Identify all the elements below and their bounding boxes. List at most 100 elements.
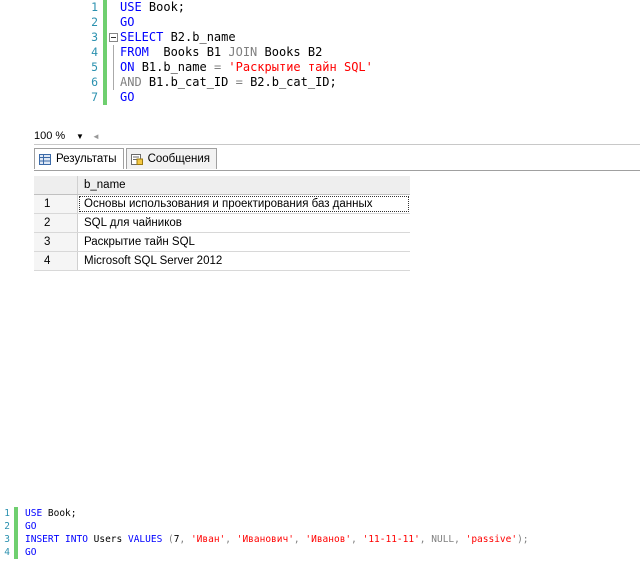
code-token: , — [419, 534, 432, 545]
code-text: GO — [25, 520, 36, 533]
line-number: 2 — [91, 15, 98, 29]
code-text: GO — [120, 15, 134, 30]
code-text: GO — [120, 90, 134, 105]
code-token: Users — [93, 534, 128, 545]
line-number: 5 — [91, 60, 98, 74]
row-header-corner[interactable] — [34, 176, 78, 194]
table-row[interactable]: 4 Microsoft SQL Server 2012 — [34, 252, 410, 271]
change-marker — [14, 520, 18, 533]
change-marker — [14, 507, 18, 520]
line-number: 7 — [91, 90, 98, 104]
code-text: INSERT INTO Users VALUES (7, 'Иван', 'Ив… — [25, 533, 529, 546]
row-number[interactable]: 1 — [34, 195, 78, 213]
code-text: USE Book; — [25, 507, 77, 520]
code-line[interactable]: 3 SELECT B2.b_name — [80, 30, 500, 45]
code-token: Books B2 — [264, 45, 323, 59]
code-token: , — [225, 534, 237, 545]
change-marker — [14, 546, 18, 559]
code-token: INSERT INTO — [25, 534, 94, 545]
code-line[interactable]: 3 INSERT INTO Users VALUES (7, 'Иван', 'И… — [0, 533, 640, 546]
code-line[interactable]: 2 GO — [80, 15, 500, 30]
query-editor-snippet[interactable]: 1 USE Book; 2 GO 3 INSERT INTO Users VALUES (… — [0, 507, 640, 559]
divider — [34, 144, 640, 145]
code-token: Books B1 — [156, 45, 229, 59]
code-token: = — [213, 60, 229, 74]
code-token: , — [179, 534, 191, 545]
table-cell[interactable]: Раскрытие тайн SQL — [78, 233, 410, 251]
code-line[interactable]: 2 GO — [0, 520, 640, 533]
code-token: 'passive' — [465, 534, 518, 545]
line-number: 3 — [4, 534, 10, 545]
outline-guide — [113, 45, 114, 60]
code-token: GO — [25, 547, 37, 558]
collapse-icon[interactable] — [109, 33, 118, 42]
code-line[interactable]: 4 GO — [0, 546, 640, 559]
table-cell[interactable]: SQL для чайников — [78, 214, 410, 232]
table-cell[interactable]: Microsoft SQL Server 2012 — [78, 252, 410, 270]
divider — [34, 170, 640, 171]
grid-header-row: b_name — [34, 176, 410, 195]
code-line[interactable]: 6 AND B1.b_cat_ID = B2.b_cat_ID; — [80, 75, 500, 90]
change-marker — [103, 90, 107, 105]
code-token: GO — [25, 521, 37, 532]
code-text: FROM Books B1 JOIN Books B2 — [120, 45, 322, 60]
change-marker — [103, 75, 107, 90]
code-token: USE — [120, 0, 149, 14]
code-token: 'Иванов' — [305, 534, 352, 545]
row-number[interactable]: 3 — [34, 233, 78, 251]
table-cell[interactable]: Основы использования и проектирования ба… — [78, 195, 410, 213]
table-row[interactable]: 3 Раскрытие тайн SQL — [34, 233, 410, 252]
line-number: 4 — [4, 547, 10, 558]
change-marker — [103, 45, 107, 60]
code-text: USE Book; — [120, 0, 185, 15]
tab-messages[interactable]: Сообщения — [125, 148, 217, 169]
code-token: B1.b_name — [141, 60, 214, 74]
tab-results-label: Результаты — [56, 153, 117, 165]
line-number: 6 — [91, 75, 98, 89]
code-token: ON — [120, 60, 142, 74]
code-line[interactable]: 4 FROM Books B1 JOIN Books B2 — [80, 45, 500, 60]
code-token: Book; — [47, 508, 77, 519]
code-token: 'Иванович' — [236, 534, 294, 545]
code-token: B1.b_cat_ID — [148, 75, 236, 89]
code-token: NULL — [431, 534, 455, 545]
code-line[interactable]: 7 GO — [80, 90, 500, 105]
column-header-b-name[interactable]: b_name — [78, 176, 410, 194]
tab-results[interactable]: Результаты — [34, 148, 124, 169]
code-token: Book; — [148, 0, 186, 14]
code-token: VALUES — [127, 534, 169, 545]
table-row[interactable]: 1 Основы использования и проектирования … — [34, 195, 410, 214]
code-line[interactable]: 1 USE Book; — [0, 507, 640, 520]
code-token: SELECT — [120, 30, 171, 44]
code-text: AND B1.b_cat_ID = B2.b_cat_ID; — [120, 75, 337, 90]
code-token: , — [293, 534, 306, 545]
outline-guide — [113, 60, 114, 75]
code-token: 'Раскрытие тайн SQL' — [228, 60, 373, 74]
query-editor[interactable]: 1 USE Book; 2 GO 3 SELECT B2.b_name 4 FROM Book… — [80, 0, 500, 105]
code-token: GO — [120, 15, 135, 29]
scroll-left-icon[interactable]: ◄ — [92, 132, 100, 141]
row-number[interactable]: 2 — [34, 214, 78, 232]
row-number[interactable]: 4 — [34, 252, 78, 270]
code-token: B2.b_cat_ID; — [250, 75, 337, 89]
code-token: USE — [25, 508, 48, 519]
code-line[interactable]: 1 USE Book; — [80, 0, 500, 15]
code-token: FROM — [120, 45, 157, 59]
code-text: GO — [25, 546, 36, 559]
line-number: 1 — [91, 0, 98, 14]
line-number: 2 — [4, 521, 10, 532]
code-text: SELECT B2.b_name — [120, 30, 236, 45]
zoom-level[interactable]: 100 % — [34, 130, 74, 142]
code-token: 'Иван' — [190, 534, 226, 545]
change-marker — [103, 15, 107, 30]
code-line[interactable]: 5 ON B1.b_name = 'Раскрытие тайн SQL' — [80, 60, 500, 75]
code-token: ); — [517, 534, 529, 545]
line-number: 1 — [4, 508, 10, 519]
code-token: '11-11-11' — [362, 534, 420, 545]
outline-guide — [113, 75, 114, 90]
table-row[interactable]: 2 SQL для чайников — [34, 214, 410, 233]
code-token: B2.b_name — [170, 30, 236, 44]
code-token: JOIN — [228, 45, 265, 59]
chevron-down-icon[interactable]: ▼ — [74, 132, 86, 141]
code-text: ON B1.b_name = 'Раскрытие тайн SQL' — [120, 60, 373, 75]
